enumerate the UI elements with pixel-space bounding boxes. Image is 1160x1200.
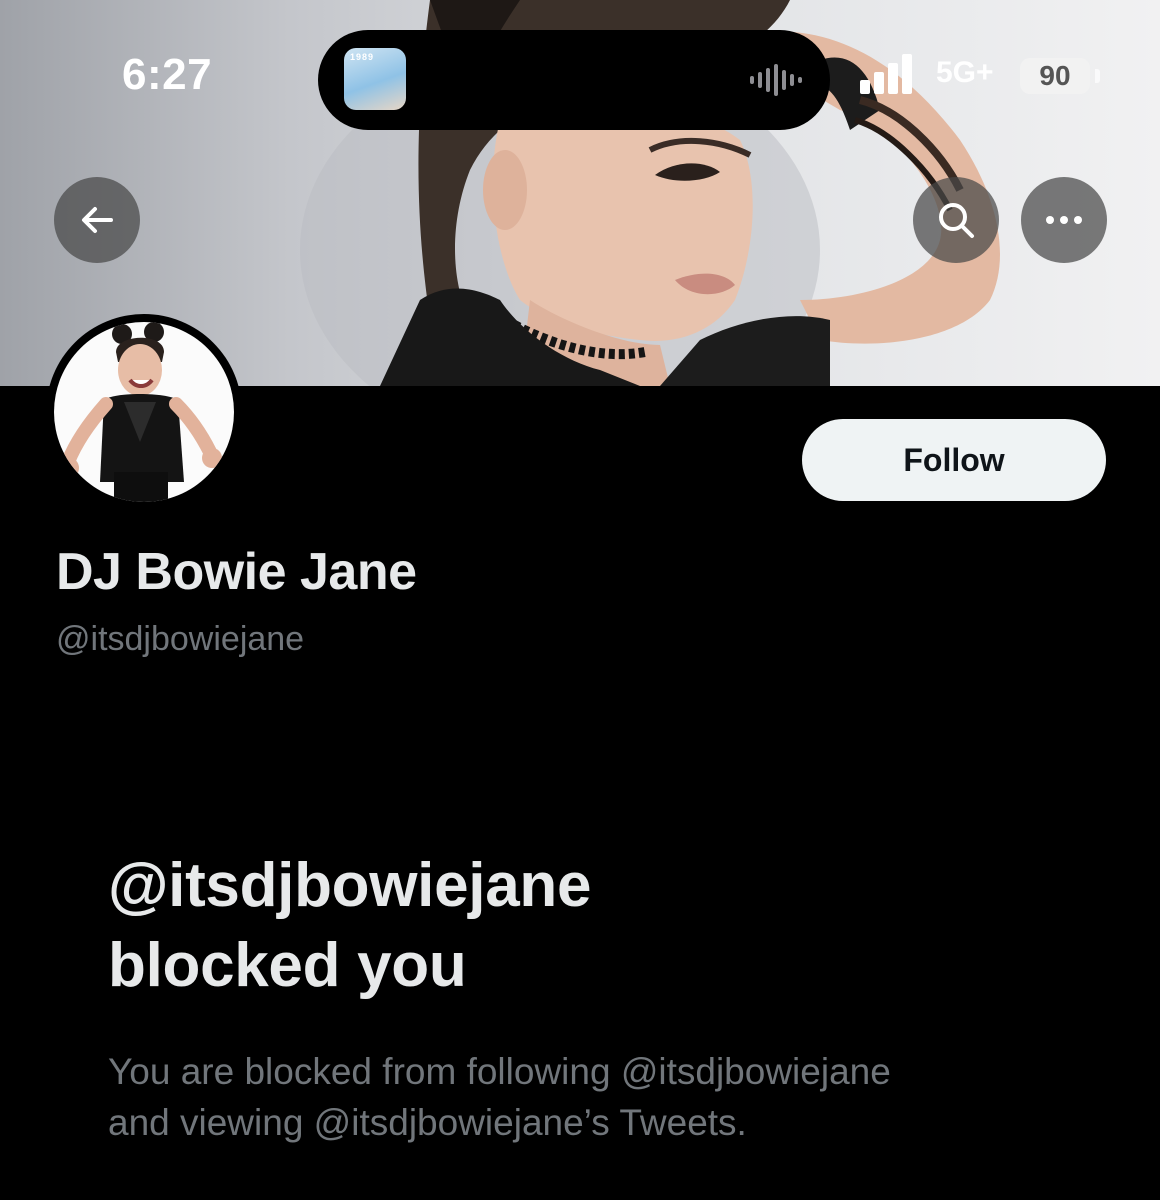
profile-avatar[interactable] xyxy=(46,314,242,510)
artwork-text: 1989 xyxy=(350,52,375,62)
search-icon xyxy=(939,203,974,238)
follow-button[interactable]: Follow xyxy=(802,419,1106,501)
battery-level: 90 xyxy=(1039,60,1071,91)
battery-nub xyxy=(1095,69,1100,83)
blocked-title-line-2: blocked you xyxy=(108,931,467,1000)
back-button[interactable] xyxy=(54,177,140,263)
blocked-description-line-2: and viewing @itsdjbowiejane’s Tweets. xyxy=(108,1102,747,1143)
now-playing-artwork: 1989 xyxy=(344,48,406,110)
status-time: 6:27 xyxy=(122,50,213,99)
blocked-description-line-1: You are blocked from following @itsdjbow… xyxy=(108,1051,891,1092)
blocked-description: You are blocked from following @itsdjbow… xyxy=(108,1046,1068,1148)
profile-display-name: DJ Bowie Jane xyxy=(56,543,417,601)
network-type: 5G+ xyxy=(936,56,994,89)
arrow-left-icon xyxy=(82,207,113,233)
dynamic-island[interactable]: 1989 xyxy=(318,30,830,130)
blocked-title: @itsdjbowiejane blocked you xyxy=(108,846,1068,1006)
avatar-photo xyxy=(54,322,234,502)
blocked-title-line-1: @itsdjbowiejane xyxy=(108,851,592,920)
profile-handle: @itsdjbowiejane xyxy=(56,620,305,658)
battery-icon: 90 xyxy=(1020,58,1090,94)
audio-waveform-icon xyxy=(750,64,802,96)
more-options-button[interactable] xyxy=(1021,177,1107,263)
search-button[interactable] xyxy=(913,177,999,263)
more-horizontal-icon xyxy=(1046,216,1082,224)
cellular-signal-icon xyxy=(860,54,912,94)
